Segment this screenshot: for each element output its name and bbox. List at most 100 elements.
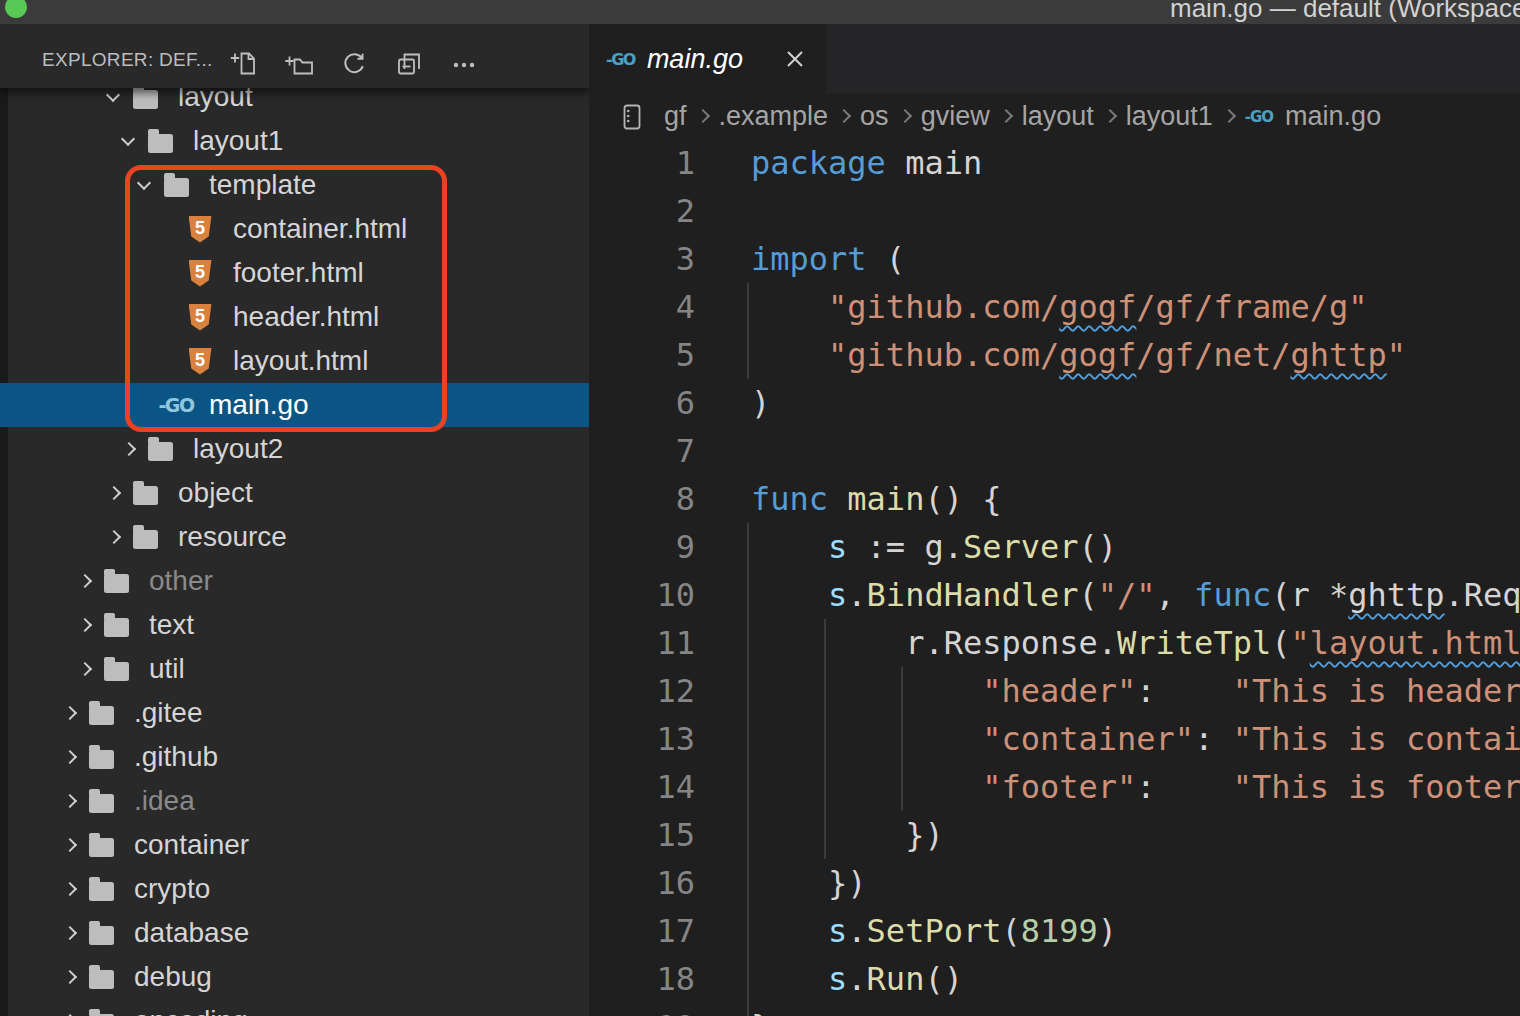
line-number: 10 xyxy=(589,571,695,619)
chevron-right-icon[interactable] xyxy=(62,747,78,767)
breadcrumb-item-gview[interactable]: gview xyxy=(921,101,990,132)
tree-item-encoding[interactable]: encoding xyxy=(0,999,589,1016)
chevron-right-icon[interactable] xyxy=(121,439,137,459)
code-line-text[interactable]: s.Run() xyxy=(751,955,963,1003)
tree-item-.idea[interactable]: .idea xyxy=(0,779,589,823)
tree-item-container[interactable]: container xyxy=(0,823,589,867)
code-line-text[interactable]: "github.com/gogf/gf/net/ghttp" xyxy=(751,331,1406,379)
breadcrumb-item-os[interactable]: os xyxy=(860,101,889,132)
breadcrumb-item-layout[interactable]: layout xyxy=(1022,101,1094,132)
tree-item-footer.html[interactable]: 5 footer.html xyxy=(0,251,589,295)
code-line-text[interactable]: import ( xyxy=(751,235,905,283)
traffic-light-green[interactable] xyxy=(5,0,27,18)
tree-item-label: util xyxy=(149,653,185,685)
code-line-4: 4 "github.com/gogf/gf/frame/g" xyxy=(589,283,1520,331)
tree-item-layout2[interactable]: layout2 xyxy=(0,427,589,471)
tree-item-label: object xyxy=(178,477,253,509)
chevron-right-icon[interactable] xyxy=(62,791,78,811)
tree-item-crypto[interactable]: crypto xyxy=(0,867,589,911)
chevron-right-icon[interactable] xyxy=(62,967,78,987)
tree-item-label: footer.html xyxy=(233,257,364,289)
tree-item-label: debug xyxy=(134,961,212,993)
line-number: 6 xyxy=(589,379,695,427)
code-line-2: 2 xyxy=(589,187,1520,235)
code-line-text[interactable]: s.BindHandler("/", func(r *ghttp.Request… xyxy=(751,571,1520,619)
folder-icon xyxy=(147,126,173,156)
chevron-right-icon[interactable] xyxy=(62,703,78,723)
chevron-down-icon[interactable] xyxy=(106,87,122,107)
code-line-text[interactable]: s.SetPort(8199) xyxy=(751,907,1117,955)
tree-item-util[interactable]: util xyxy=(0,647,589,691)
tree-item-.github[interactable]: .github xyxy=(0,735,589,779)
new-file-icon[interactable] xyxy=(230,50,258,78)
chevron-right-icon[interactable] xyxy=(62,835,78,855)
breadcrumb-item-gf[interactable]: gf xyxy=(664,101,687,132)
code-line-text[interactable]: s := g.Server() xyxy=(751,523,1117,571)
chevron-right-icon[interactable] xyxy=(106,527,122,547)
explorer-title: EXPLORER: DEF... xyxy=(42,49,213,71)
tab-label: main.go xyxy=(647,44,743,75)
code-line-text[interactable]: }) xyxy=(751,859,867,907)
code-line-5: 5"github.com/gogf/gf/net/ghttp" xyxy=(589,331,1520,379)
chevron-right-icon xyxy=(1094,107,1126,127)
tree-item-label: .gitee xyxy=(134,697,203,729)
line-number: 13 xyxy=(589,715,695,763)
collapse-folders-icon[interactable] xyxy=(395,50,423,78)
tree-item-database[interactable]: database xyxy=(0,911,589,955)
tree-item-label: resource xyxy=(178,521,287,553)
tree-item-.gitee[interactable]: .gitee xyxy=(0,691,589,735)
code-line-text[interactable]: "footer": "This is footer", xyxy=(751,763,1520,811)
tree-item-label: layout1 xyxy=(193,125,283,157)
breadcrumb-item-main.go[interactable]: main.go xyxy=(1285,101,1381,132)
chevron-right-icon[interactable] xyxy=(62,923,78,943)
code-line-text[interactable]: "container": "This is container", xyxy=(751,715,1520,763)
code-line-text[interactable]: func main() { xyxy=(751,475,1001,523)
chevron-right-icon xyxy=(889,107,921,127)
tree-item-debug[interactable]: debug xyxy=(0,955,589,999)
tree-item-template[interactable]: template xyxy=(0,163,589,207)
code-line-1: 1package main xyxy=(589,139,1520,187)
chevron-down-icon[interactable] xyxy=(137,175,153,195)
folder-icon xyxy=(88,698,114,728)
chevron-right-icon[interactable] xyxy=(106,483,122,503)
tree-item-main.go[interactable]: -GOmain.go xyxy=(0,383,589,427)
tree-item-object[interactable]: object xyxy=(0,471,589,515)
tree-item-layout.html[interactable]: 5layout.html xyxy=(0,339,589,383)
chevron-down-icon[interactable] xyxy=(121,131,137,151)
tree-item-layout1[interactable]: layout1 xyxy=(0,119,589,163)
chevron-right-icon[interactable] xyxy=(77,615,93,635)
code-line-text[interactable]: "github.com/gogf/gf/frame/g" xyxy=(751,283,1368,331)
breadcrumb-item-layout1[interactable]: layout1 xyxy=(1126,101,1213,132)
code-line-12: 12"header": "This is header", xyxy=(589,667,1520,715)
code-line-13: 13 "container": "This is container", xyxy=(589,715,1520,763)
line-number: 8 xyxy=(589,475,695,523)
html5-file-icon: 5 xyxy=(187,258,213,288)
tree-item-container.html[interactable]: 5container.html xyxy=(0,207,589,251)
code-line-text[interactable]: package main xyxy=(751,139,982,187)
tree-item-header.html[interactable]: 5header.html xyxy=(0,295,589,339)
chevron-right-icon[interactable] xyxy=(77,571,93,591)
line-number: 19 xyxy=(589,1003,695,1016)
code-line-text[interactable]: } xyxy=(751,1003,770,1016)
chevron-right-icon[interactable] xyxy=(77,659,93,679)
code-line-text[interactable]: ) xyxy=(751,379,770,427)
tree-item-resource[interactable]: resource xyxy=(0,515,589,559)
code-line-text[interactable]: }) xyxy=(751,811,944,859)
chevron-right-icon[interactable] xyxy=(62,879,78,899)
code-line-text[interactable]: r.Response.WriteTpl("layout.html", g.Map… xyxy=(751,619,1520,667)
tree-item-text[interactable]: text xyxy=(0,603,589,647)
chevron-right-icon[interactable] xyxy=(62,1011,78,1016)
explorer-header: EXPLORER: DEF... xyxy=(0,24,589,88)
tree-item-label: encoding xyxy=(134,1005,248,1016)
more-actions-icon[interactable] xyxy=(450,50,478,78)
tree-item-other[interactable]: other xyxy=(0,559,589,603)
line-number: 4 xyxy=(589,283,695,331)
new-folder-icon[interactable] xyxy=(285,50,313,78)
tab-main-go[interactable]: -GO main.go xyxy=(589,24,826,94)
tree-item-label: layout.html xyxy=(233,345,368,377)
tab-close-icon[interactable] xyxy=(782,46,808,72)
breadcrumb-item-.example[interactable]: .example xyxy=(719,101,829,132)
file-tree: layoutlayout1template5container.html5foo… xyxy=(0,24,589,1016)
code-line-text[interactable]: "header": "This is header", xyxy=(751,667,1520,715)
refresh-explorer-icon[interactable] xyxy=(340,50,368,78)
